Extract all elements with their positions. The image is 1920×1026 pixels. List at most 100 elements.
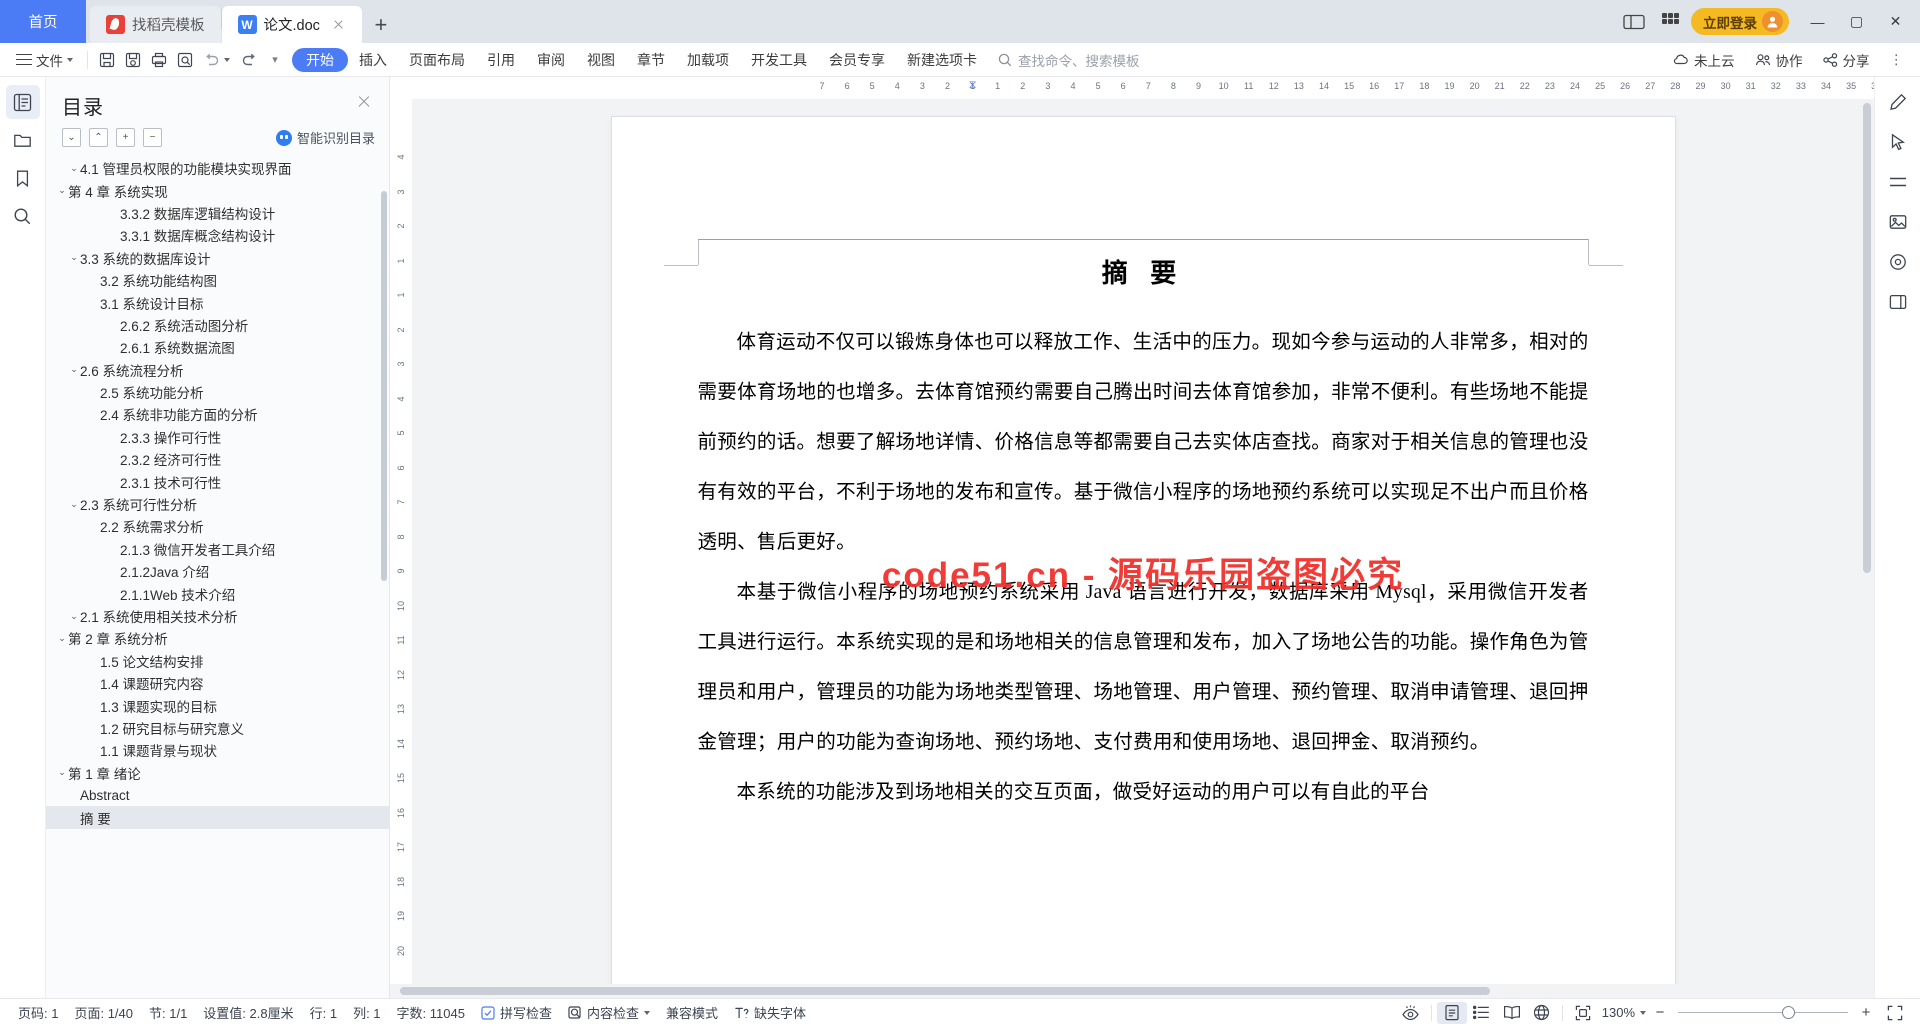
tab-insert[interactable]: 插入 [348, 48, 398, 72]
missing-font-button[interactable]: 缺失字体 [726, 1003, 814, 1022]
zoom-in-button[interactable]: + [1856, 1004, 1876, 1021]
toc-item[interactable]: 2.4 系统非功能方面的分析 [46, 403, 389, 425]
chevron-down-icon[interactable]: ⌄ [68, 364, 80, 375]
chevron-down-icon[interactable]: ⌄ [68, 499, 80, 510]
tab-section[interactable]: 章节 [626, 48, 676, 72]
toc-item[interactable]: ⌄ 3.3 系统的数据库设计 [46, 247, 389, 269]
status-row[interactable]: 行: 1 [302, 1003, 345, 1022]
outline-view-icon[interactable] [1467, 1002, 1497, 1024]
outline-panel-icon[interactable] [5, 85, 40, 119]
ai-toc-button[interactable]: 智能识别目录 [275, 128, 375, 147]
read-view-icon[interactable] [1497, 1002, 1527, 1024]
collaborate-button[interactable]: 协作 [1746, 48, 1812, 72]
content-check-button[interactable]: 内容检查 [560, 1003, 658, 1022]
login-button[interactable]: 立即登录 [1691, 8, 1789, 35]
toc-item[interactable]: 2.1.1Web 技术介绍 [46, 582, 389, 604]
toc-item[interactable]: ⌄ 第 2 章 系统分析 [46, 627, 389, 649]
shape-insert-icon[interactable] [1882, 247, 1914, 277]
grid-apps-icon[interactable] [1655, 9, 1685, 35]
document-page[interactable]: 摘 要 体育运动不仅可以锻炼身体也可以释放工作、生活中的压力。现如今参与运动的人… [611, 117, 1675, 984]
undo-dropdown-icon[interactable] [224, 57, 230, 62]
chevron-down-icon[interactable]: ⌄ [68, 611, 80, 622]
save-as-cloud-icon[interactable] [120, 48, 146, 72]
status-page-count[interactable]: 页面: 1/40 [66, 1003, 141, 1022]
expand-down-icon[interactable]: ⌄ [62, 128, 81, 147]
toc-item[interactable]: 2.1.3 微信开发者工具介绍 [46, 538, 389, 560]
share-button[interactable]: 分享 [1814, 48, 1879, 72]
search-icon[interactable] [6, 199, 40, 233]
toc-item[interactable]: 2.3.3 操作可行性 [46, 426, 389, 448]
toc-item[interactable]: 2.3.1 技术可行性 [46, 470, 389, 492]
compat-mode-label[interactable]: 兼容模式 [658, 1003, 726, 1022]
plus-icon[interactable]: + [116, 128, 135, 147]
redo-button[interactable] [236, 48, 262, 72]
horizontal-ruler[interactable]: 7 6 5 4 3 2 1 1 2 3 4 5 6 7 8 9 10 11 12 13 14 15 16 17 18 19 20 21… [390, 77, 1874, 99]
toc-item[interactable]: 2.6.1 系统数据流图 [46, 336, 389, 358]
tab-view[interactable]: 视图 [576, 48, 626, 72]
toc-item[interactable]: ⌄ 2.1 系统使用相关技术分析 [46, 605, 389, 627]
window-maximize-button[interactable]: ▢ [1840, 7, 1873, 37]
zoom-level-button[interactable]: 130% [1598, 1005, 1650, 1020]
tab-page-layout[interactable]: 页面布局 [398, 48, 476, 72]
status-word-count[interactable]: 字数: 11045 [389, 1003, 473, 1022]
tab-document[interactable]: W 论文.doc [221, 6, 362, 43]
format-lines-icon[interactable] [1882, 167, 1914, 197]
image-insert-icon[interactable] [1882, 207, 1914, 237]
toc-item[interactable]: 2.2 系统需求分析 [46, 515, 389, 537]
fit-page-icon[interactable] [1568, 1002, 1598, 1024]
toc-item[interactable]: ⌄ 第 1 章 绪论 [46, 762, 389, 784]
tab-developer-tools[interactable]: 开发工具 [740, 48, 818, 72]
toc-item[interactable]: 1.2 研究目标与研究意义 [46, 717, 389, 739]
window-minimize-button[interactable]: — [1801, 7, 1834, 37]
tab-docer-template[interactable]: 找稻壳模板 [90, 6, 221, 43]
status-page-number[interactable]: 页码: 1 [10, 1003, 66, 1022]
zoom-out-button[interactable]: − [1650, 1004, 1670, 1021]
tab-addins[interactable]: 加载项 [676, 48, 740, 72]
tab-new-tab[interactable]: 新建选项卡 [896, 48, 988, 72]
toc-item[interactable]: 2.1.2Java 介绍 [46, 560, 389, 582]
command-search[interactable]: 查找命令、搜索模板 [998, 50, 1140, 70]
chevron-down-icon[interactable]: ⌄ [56, 633, 68, 644]
toc-item[interactable]: 2.5 系统功能分析 [46, 381, 389, 403]
toc-item[interactable]: 3.3.2 数据库逻辑结构设计 [46, 202, 389, 224]
vertical-ruler[interactable]: 4 3 2 1 1 2 3 4 5 6 7 8 9 10 11 12 13 14 15 16 17 18 19 20 [390, 99, 412, 984]
toc-item-list[interactable]: ⌄ 4.1 管理员权限的功能模块实现界面 ⌄ 第 4 章 系统实现 3.3.2 数据库逻… [46, 155, 389, 998]
toc-item[interactable]: Abstract [46, 784, 389, 806]
toc-item[interactable]: 1.1 课题背景与现状 [46, 739, 389, 761]
status-col[interactable]: 列: 1 [345, 1003, 388, 1022]
page-view-icon[interactable] [1436, 1001, 1467, 1024]
toc-item[interactable]: ⌄ 第 4 章 系统实现 [46, 179, 389, 201]
document-horizontal-scrollbar[interactable] [390, 984, 1874, 998]
print-icon[interactable] [146, 48, 172, 72]
eye-protect-icon[interactable] [1396, 1002, 1426, 1024]
toc-item[interactable]: 2.6.2 系统活动图分析 [46, 314, 389, 336]
toc-item[interactable]: 2.3.2 经济可行性 [46, 448, 389, 470]
ribbon-more-button[interactable]: ⋮ [1881, 48, 1913, 72]
minus-icon[interactable]: − [143, 128, 162, 147]
scroll-thumb[interactable] [1863, 103, 1871, 573]
tab-member-exclusive[interactable]: 会员专享 [818, 48, 896, 72]
hscroll-thumb[interactable] [400, 987, 1490, 995]
status-setting-value[interactable]: 设置值: 2.8厘米 [195, 1003, 301, 1022]
tab-close-icon[interactable] [331, 17, 346, 32]
file-menu-button[interactable]: 文件 [8, 47, 81, 73]
cloud-status-button[interactable]: 未上云 [1664, 48, 1744, 72]
print-preview-icon[interactable] [172, 48, 198, 72]
page-panel-icon[interactable] [1882, 287, 1914, 317]
new-tab-button[interactable]: + [362, 6, 400, 43]
chevron-down-icon[interactable]: ⌄ [68, 252, 80, 263]
zoom-slider-knob[interactable] [1782, 1006, 1795, 1019]
folder-icon[interactable] [6, 123, 40, 157]
collapse-up-icon[interactable]: ⌃ [89, 128, 108, 147]
toc-close-icon[interactable] [353, 91, 375, 113]
toc-item[interactable]: 3.1 系统设计目标 [46, 291, 389, 313]
window-close-button[interactable]: ✕ [1879, 7, 1912, 37]
chevron-down-icon[interactable]: ⌄ [68, 163, 80, 174]
cursor-select-icon[interactable] [1882, 127, 1914, 157]
save-icon[interactable] [94, 48, 120, 72]
tab-start[interactable]: 开始 [292, 47, 348, 72]
zoom-slider[interactable] [1678, 1006, 1848, 1020]
web-view-icon[interactable] [1527, 1002, 1557, 1024]
chevron-down-icon[interactable]: ⌄ [56, 185, 68, 196]
bookmark-icon[interactable] [6, 161, 40, 195]
